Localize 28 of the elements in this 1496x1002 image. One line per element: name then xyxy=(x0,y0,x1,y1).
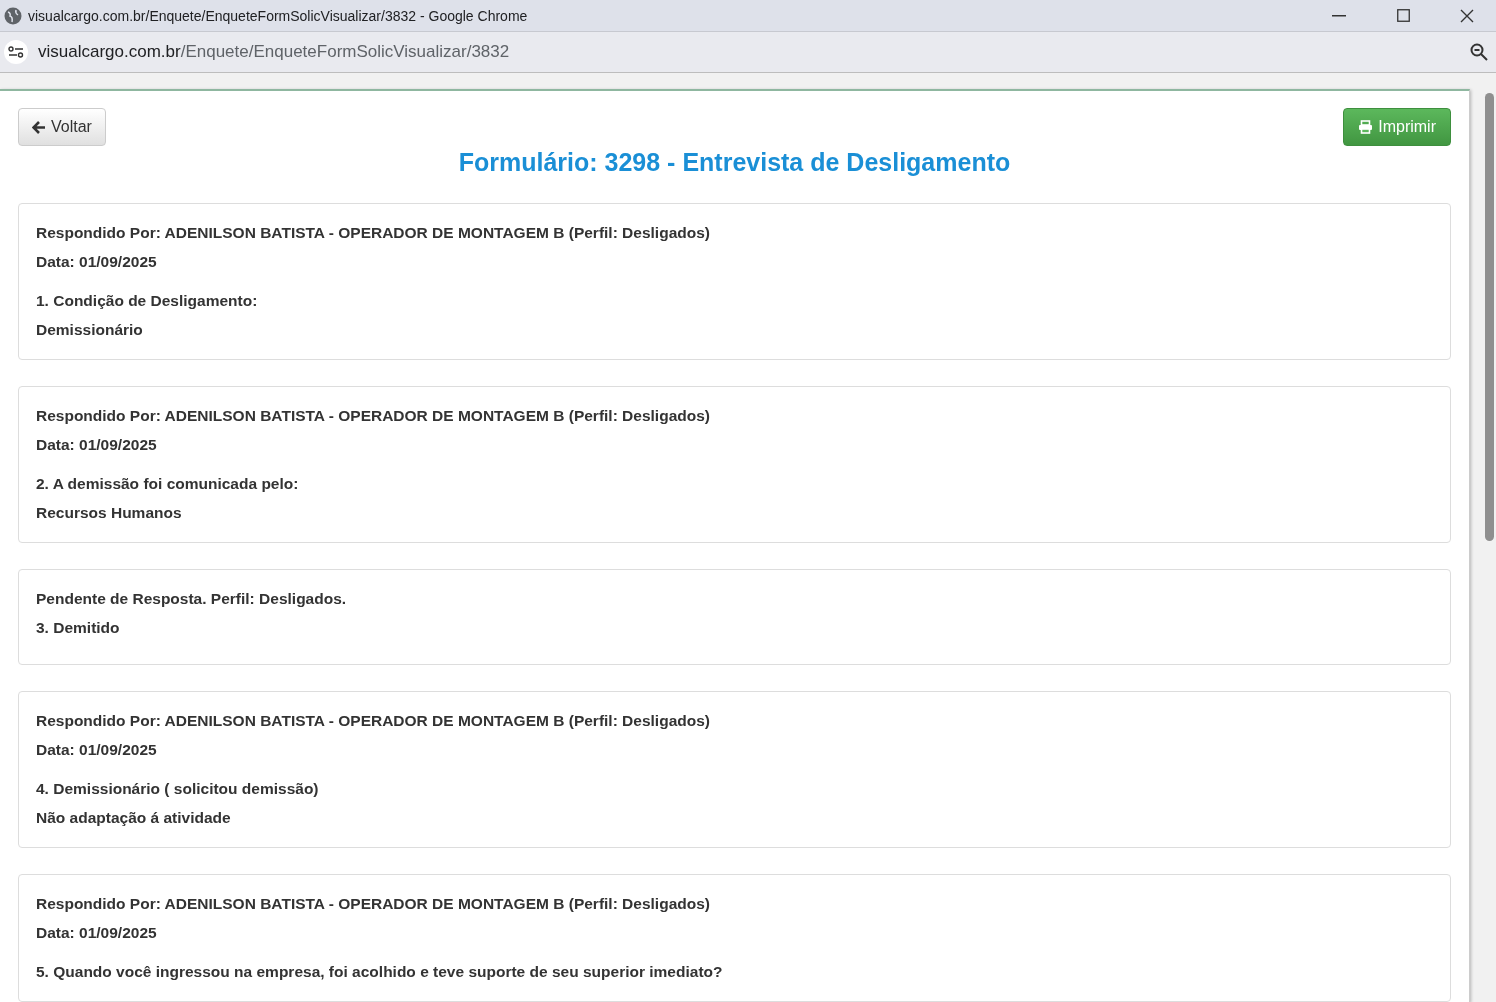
arrow-left-icon xyxy=(32,120,46,134)
site-settings-icon[interactable] xyxy=(4,40,28,64)
respondent-text: Respondido Por: ADENILSON BATISTA - OPERADOR DE MONTAGEM B (Perfil: Desligados) xyxy=(36,711,711,731)
question-text: 4. Demissionário ( solicitou demissão) xyxy=(36,779,320,799)
date-text: Data: 01/09/2025 xyxy=(36,252,158,272)
printer-icon xyxy=(1358,120,1374,134)
answer-text: Não adaptação á atividade xyxy=(36,808,232,828)
minimize-icon[interactable] xyxy=(1332,14,1346,17)
answer-text: Recursos Humanos xyxy=(36,503,183,523)
status-text: Pendente de Resposta. Perfil: Desligados. xyxy=(36,589,348,609)
back-button[interactable]: Voltar xyxy=(18,108,106,146)
zoom-out-icon[interactable] xyxy=(1470,43,1488,61)
date-text: Data: 01/09/2025 xyxy=(36,435,158,455)
respondent-text: Respondido Por: ADENILSON BATISTA - OPERADOR DE MONTAGEM B (Perfil: Desligados) xyxy=(36,223,711,243)
globe-icon xyxy=(4,6,22,25)
window-title: visualcargo.com.br/Enquete/EnqueteFormSolicVisualizar/3832 - Google Chrome xyxy=(28,7,529,24)
answer-text: Demissionário xyxy=(36,320,144,340)
question-text: 5. Quando você ingressou na empresa, foi acolhido e teve suporte de seu superior imediato? xyxy=(36,962,724,982)
close-icon[interactable] xyxy=(1460,8,1474,23)
question-text: 1. Condição de Desligamento: xyxy=(36,291,259,311)
form-title: Formulário: 3298 - Entrevista de Desligamento xyxy=(457,148,1012,177)
date-text: Data: 01/09/2025 xyxy=(36,740,158,760)
respondent-text: Respondido Por: ADENILSON BATISTA - OPERADOR DE MONTAGEM B (Perfil: Desligados) xyxy=(36,894,711,914)
maximize-icon[interactable] xyxy=(1396,9,1410,22)
respondent-text: Respondido Por: ADENILSON BATISTA - OPERADOR DE MONTAGEM B (Perfil: Desligados) xyxy=(36,406,711,426)
question-text: 2. A demissão foi comunicada pelo: xyxy=(36,474,300,494)
date-text: Data: 01/09/2025 xyxy=(36,923,158,943)
question-text: 3. Demitido xyxy=(36,618,121,638)
